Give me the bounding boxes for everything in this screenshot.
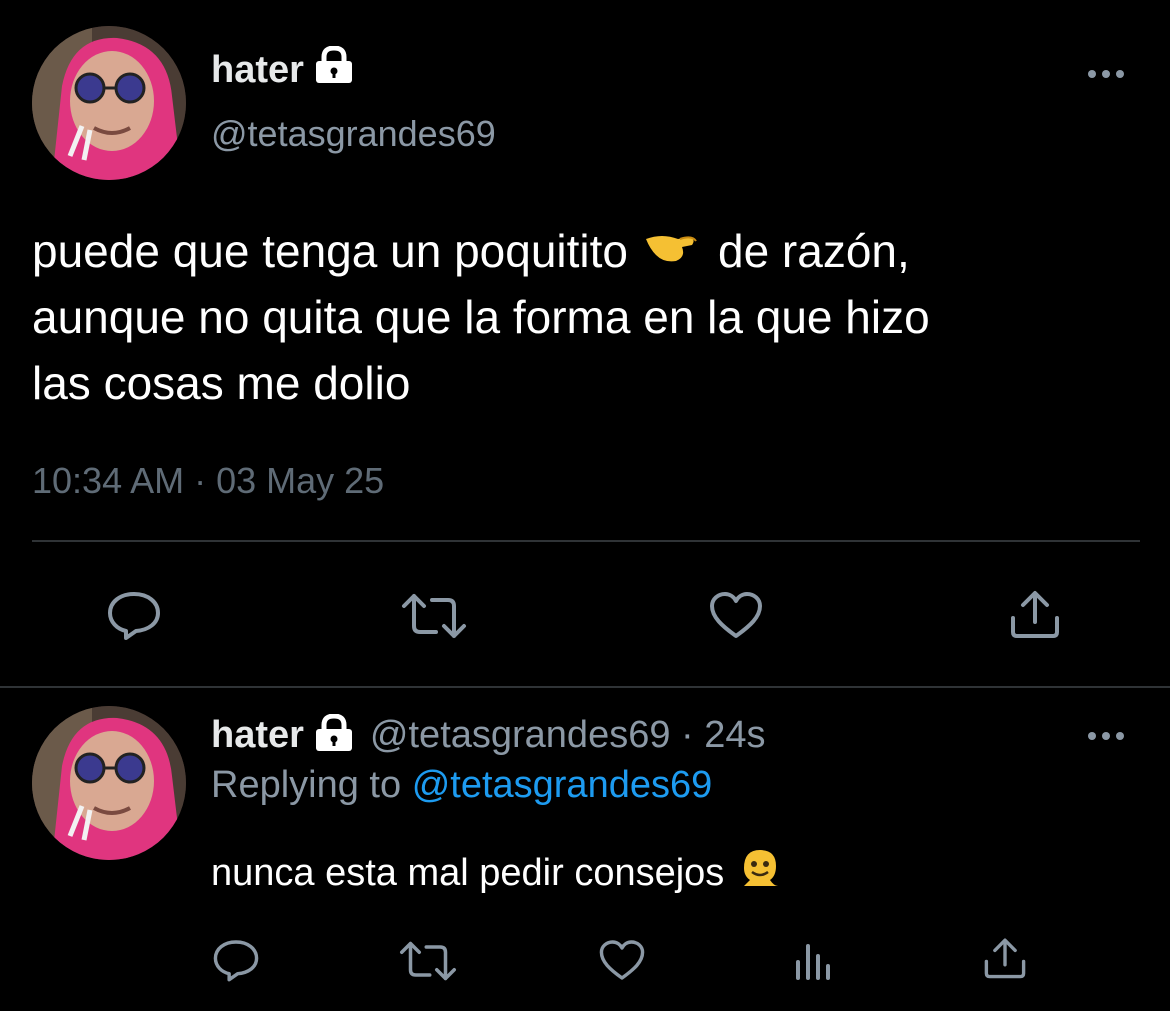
timestamp[interactable]: 10:34 AM · 03 May 25 bbox=[32, 460, 384, 502]
like-icon[interactable] bbox=[598, 938, 646, 987]
retweet-icon[interactable] bbox=[398, 940, 458, 987]
reply-header: hater @tetasgrandes69 · 24s bbox=[211, 713, 766, 757]
reply-handle-time[interactable]: @tetasgrandes69 · 24s bbox=[370, 714, 766, 757]
share-icon[interactable] bbox=[982, 936, 1028, 985]
replying-to-link[interactable]: @tetasgrandes69 bbox=[412, 764, 713, 806]
views-icon[interactable] bbox=[792, 940, 832, 985]
lock-icon bbox=[312, 713, 356, 757]
reply-icon[interactable] bbox=[212, 938, 260, 987]
like-icon[interactable] bbox=[708, 590, 764, 645]
replying-to: Replying to @tetasgrandes69 bbox=[211, 764, 713, 806]
reply-display-name[interactable]: hater bbox=[211, 714, 304, 757]
retweet-icon[interactable] bbox=[400, 592, 468, 645]
display-name[interactable]: hater bbox=[211, 45, 356, 94]
handle[interactable]: @tetasgrandes69 bbox=[211, 113, 496, 155]
more-icon[interactable] bbox=[1086, 66, 1126, 87]
tweet-text-line-2: aunque no quita que la forma en la que h… bbox=[32, 291, 930, 343]
reply-more-icon[interactable] bbox=[1086, 728, 1126, 749]
reply-avatar[interactable] bbox=[32, 706, 186, 860]
section-divider bbox=[0, 686, 1170, 688]
melting-face-emoji bbox=[738, 846, 782, 900]
share-icon[interactable] bbox=[1008, 588, 1062, 645]
lock-icon bbox=[312, 45, 356, 94]
reply-text: nunca esta mal pedir consejos bbox=[211, 846, 782, 900]
avatar[interactable] bbox=[32, 26, 186, 180]
reply-icon[interactable] bbox=[106, 590, 162, 645]
pinching-hand-emoji bbox=[642, 218, 700, 284]
tweet-text-line-3: las cosas me dolio bbox=[32, 357, 411, 409]
tweet-text: puede que tenga un poquitito de razón, a… bbox=[32, 218, 1152, 416]
divider bbox=[32, 540, 1140, 542]
